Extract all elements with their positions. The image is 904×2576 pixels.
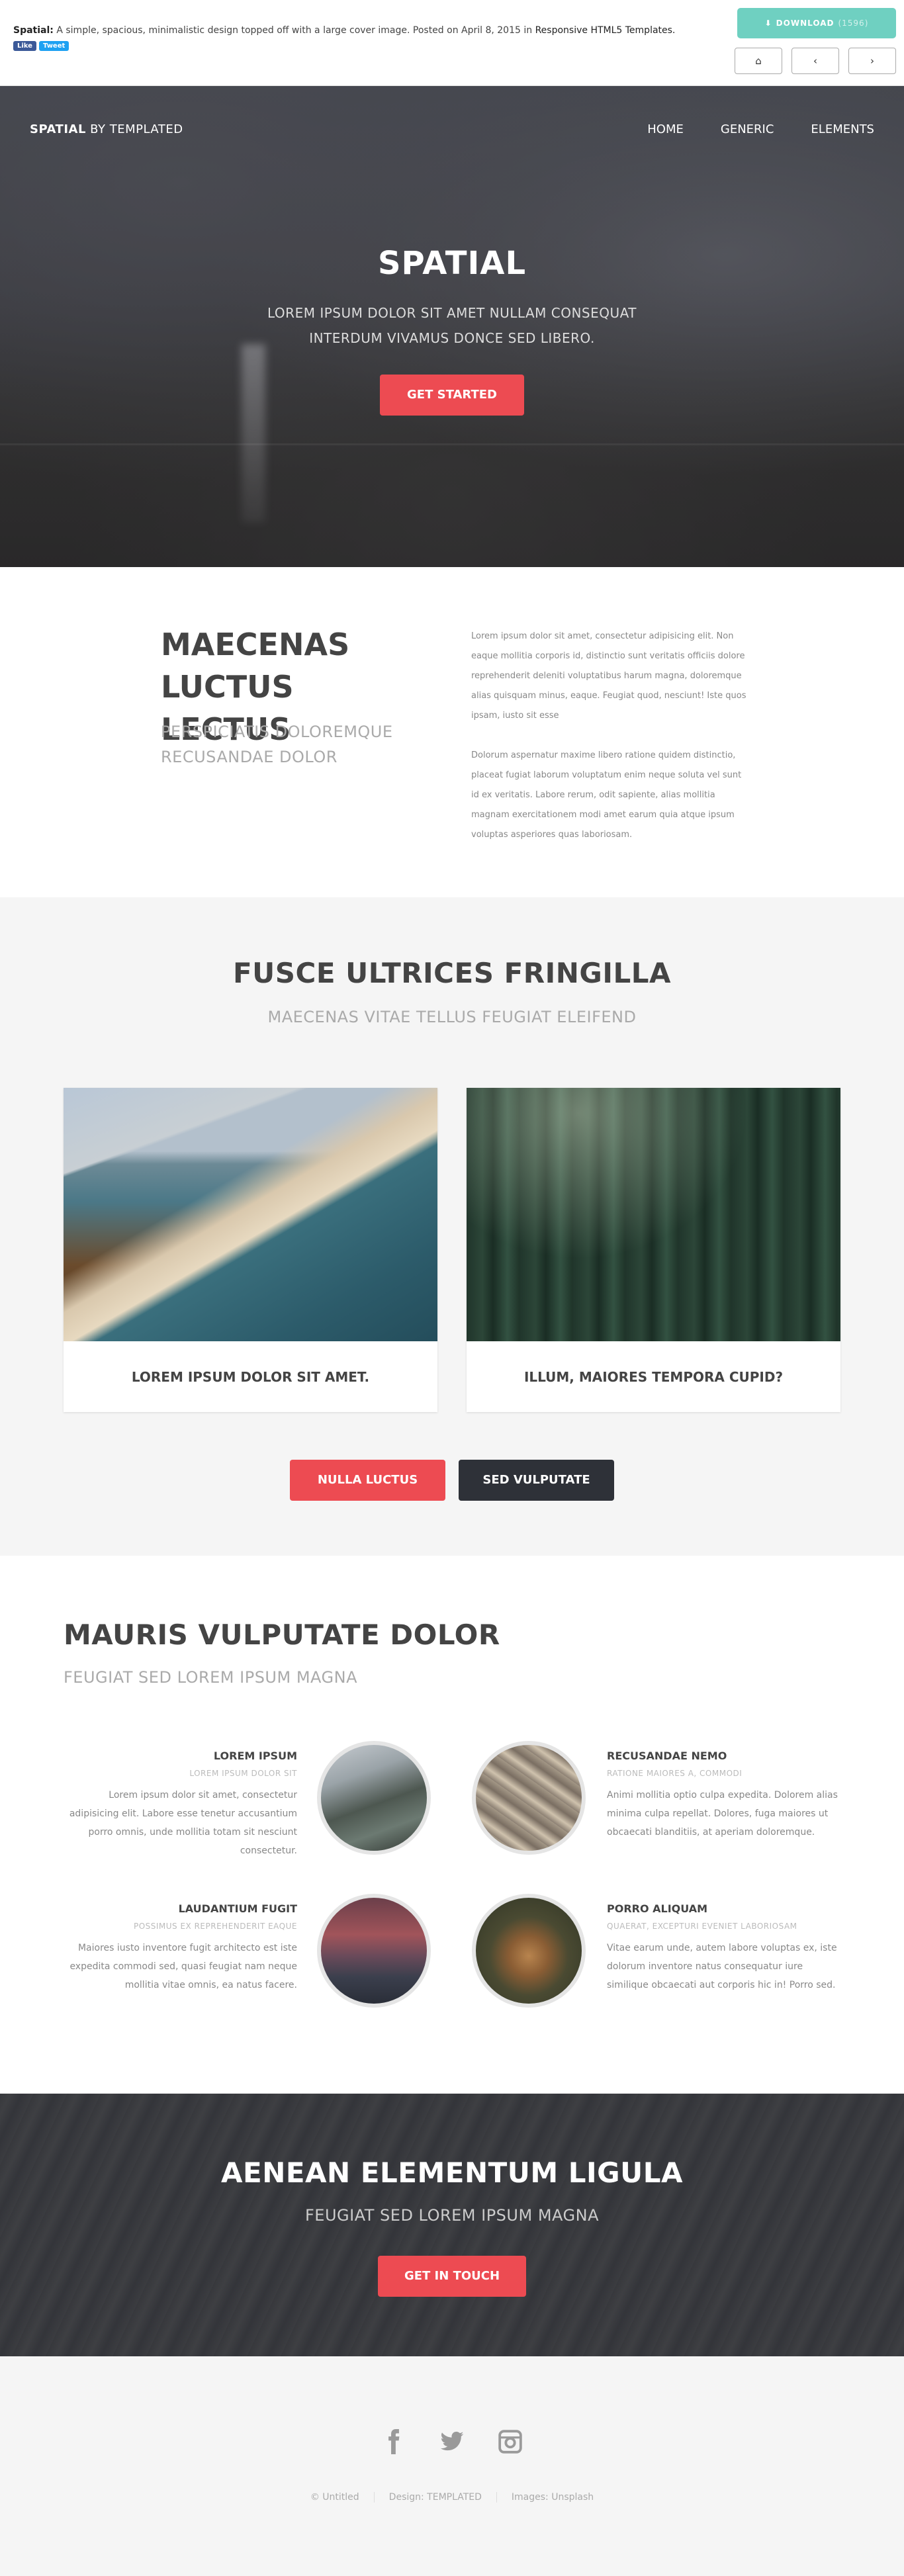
menu-item-generic[interactable]: GENERIC [721,122,774,136]
gallery-card[interactable]: ILLUM, MAIORES TEMPORA CUPID? [467,1088,840,1412]
copyright-owner: © Untitled [310,2492,359,2503]
facebook-icon[interactable] [381,2429,406,2454]
card-caption: LOREM IPSUM DOLOR SIT AMET. [131,1368,370,1385]
download-icon: ⬇ [764,19,772,28]
intro-section: MAECENAS LUCTUS LECTUS PERSPICIATIS DOLO… [0,567,904,897]
gallery-actions: NULLA LUCTUS SED VULPUTATE [0,1460,904,1501]
cta-section: AENEAN ELEMENTUM LIGULA FEUGIAT SED LORE… [0,2094,904,2356]
get-started-button[interactable]: GET STARTED [380,375,524,416]
coast-image [64,1088,437,1341]
banner-subtitle: LOREM IPSUM DOLOR SIT AMET NULLAM CONSEQ… [0,300,904,351]
banner-title: SPATIAL [377,245,527,282]
template-name: Spatial: [13,25,54,36]
like-button[interactable]: Like [13,41,36,51]
feature-item: RECUSANDAE NEMO RATIONE MAIORES A, COMMO… [607,1750,842,1842]
feature-image [472,1894,586,2008]
chevron-right-icon: › [870,55,874,67]
feature-text: Maiores iusto inventore fugit architecto… [69,1943,297,1990]
cta-subtitle: FEUGIAT SED LOREM IPSUM MAGNA [304,2206,599,2225]
intro-subtitle-line2: RECUSANDAE DOLOR [161,748,338,766]
images-credit[interactable]: Images: Unsplash [496,2492,608,2503]
twitter-icon[interactable] [439,2429,465,2454]
feature-subtitle: POSSIMUS EX REPREHENDERIT EAQUE [133,1922,297,1931]
template-description-text: A simple, spacious, minimalistic design … [56,25,533,36]
download-label: DOWNLOAD [776,19,835,28]
card-caption: ILLUM, MAIORES TEMPORA CUPID? [523,1368,784,1385]
nulla-luctus-button[interactable]: NULLA LUCTUS [290,1460,445,1501]
feature-subtitle: QUAERAT, EXCEPTURI EVENIET LABORIOSAM [607,1922,797,1931]
feature-item: PORRO ALIQUAM QUAERAT, EXCEPTURI EVENIET… [607,1902,842,1994]
intro-paragraph-1: Lorem ipsum dolor sit amet, consectetur … [471,631,746,721]
features-subtitle: FEUGIAT SED LOREM IPSUM MAGNA [64,1668,358,1687]
gallery-card[interactable]: LOREM IPSUM DOLOR SIT AMET. [64,1088,437,1412]
banner-subtitle-line2: INTERDUM VIVAMUS DONCE SED LIBERO. [309,330,595,346]
copyright: © Untitled Design: TEMPLATED Images: Uns… [0,2492,904,2503]
gallery-subtitle: MAECENAS VITAE TELLUS FEUGIAT ELEIFEND [267,1008,637,1026]
feature-title: RECUSANDAE NEMO [607,1750,727,1762]
logo-rest: BY TEMPLATED [90,122,183,136]
feature-subtitle: LOREM IPSUM DOLOR SIT [189,1769,297,1778]
gallery-title: FUSCE ULTRICES FRINGILLA [232,957,672,989]
menu-item-elements[interactable]: ELEMENTS [811,122,874,136]
features-section: MAURIS VULPUTATE DOLOR FEUGIAT SED LOREM… [0,1556,904,2094]
sed-vulputate-button[interactable]: SED VULPUTATE [459,1460,614,1501]
features-title: MAURIS VULPUTATE DOLOR [64,1619,500,1651]
social-icons [0,2429,904,2454]
template-nav: ⌂ ‹ › [735,48,896,74]
banner-subtitle-line1: LOREM IPSUM DOLOR SIT AMET NULLAM CONSEQ… [267,305,637,321]
banner-ridge [0,443,904,445]
feature-text: Animi mollitia optio culpa expedita. Dol… [607,1790,838,1838]
logo[interactable]: SPATIAL BY TEMPLATED [30,122,183,136]
feature-item: LOREM IPSUM LOREM IPSUM DOLOR SIT Lorem … [62,1750,297,1860]
home-icon: ⌂ [755,55,762,67]
next-button[interactable]: › [848,48,896,74]
feature-title: LOREM IPSUM [213,1750,297,1762]
info-bar: Spatial: A simple, spacious, minimalisti… [0,0,904,86]
intro-paragraph-2: Dolorum aspernatur maxime libero ratione… [471,750,742,840]
logo-bold: SPATIAL [30,122,86,136]
instagram-icon[interactable] [498,2429,523,2454]
feature-title: LAUDANTIUM FUGIT [178,1902,297,1915]
feature-image [472,1741,586,1855]
feature-subtitle: RATIONE MAIORES A, COMMODI [607,1769,743,1778]
feature-title: PORRO ALIQUAM [607,1902,708,1915]
feature-text: Vitae earum unde, autem labore voluptas … [607,1943,837,1990]
category-link[interactable]: Responsive HTML5 Templates. [535,25,676,36]
site-header: SPATIAL BY TEMPLATED HOME GENERIC ELEMEN… [0,86,904,172]
menu-item-home[interactable]: HOME [647,122,684,136]
forest-image [467,1088,840,1341]
design-credit[interactable]: Design: TEMPLATED [373,2492,496,2503]
banner-content: SPATIAL LOREM IPSUM DOLOR SIT AMET NULLA… [0,245,904,416]
footer: © Untitled Design: TEMPLATED Images: Uns… [0,2356,904,2576]
get-in-touch-button[interactable]: GET IN TOUCH [378,2256,526,2297]
cta-title: AENEAN ELEMENTUM LIGULA [221,2156,683,2189]
chevron-left-icon: ‹ [813,55,817,67]
intro-subtitle: PERSPICIATIS DOLOREMQUE RECUSANDAE DOLOR [161,719,426,770]
banner: SPATIAL BY TEMPLATED HOME GENERIC ELEMEN… [0,86,904,567]
feature-image [317,1741,431,1855]
tweet-button[interactable]: Tweet [38,41,69,51]
feature-text: Lorem ipsum dolor sit amet, consectetur … [69,1790,297,1856]
intro-text: Lorem ipsum dolor sit amet, consectetur … [471,627,749,845]
home-button[interactable]: ⌂ [735,48,782,74]
feature-item: LAUDANTIUM FUGIT POSSIMUS EX REPREHENDER… [62,1902,297,1994]
intro-subtitle-line1: PERSPICIATIS DOLOREMQUE [161,723,393,741]
download-button[interactable]: ⬇ DOWNLOAD (1596) [737,8,896,38]
previous-button[interactable]: ‹ [791,48,839,74]
feature-image [317,1894,431,2008]
download-count: (1596) [838,19,869,28]
main-menu: HOME GENERIC ELEMENTS [647,122,874,136]
intro-title-line1: MAECENAS [161,627,350,662]
gallery-section: FUSCE ULTRICES FRINGILLA MAECENAS VITAE … [0,897,904,1556]
